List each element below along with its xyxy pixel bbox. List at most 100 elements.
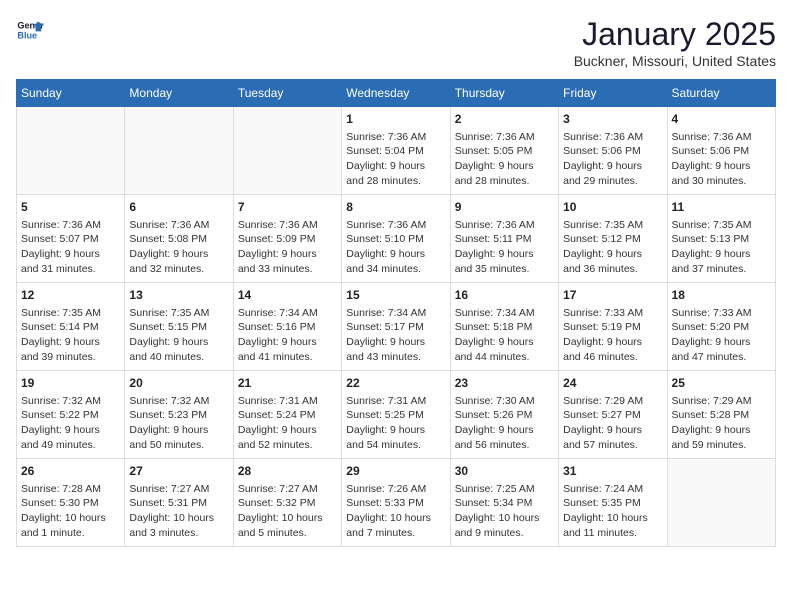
day-number: 30 [455,463,554,480]
calendar-subtitle: Buckner, Missouri, United States [574,53,776,69]
day-number: 12 [21,287,120,304]
day-info: Sunrise: 7:31 AM Sunset: 5:24 PM Dayligh… [238,394,337,453]
calendar-cell: 16 Sunrise: 7:34 AM Sunset: 5:18 PM Dayli… [450,283,558,371]
header-friday: Friday [559,80,667,107]
logo: General Blue [16,16,44,44]
calendar-cell: 31Sunrise: 7:24 AM Sunset: 5:35 PM Dayli… [559,459,667,547]
calendar-cell: 14 Sunrise: 7:34 AM Sunset: 5:16 PM Dayli… [233,283,341,371]
day-number: 22 [346,375,445,392]
calendar-cell [17,107,125,195]
day-number: 21 [238,375,337,392]
calendar-week-5: 26 Sunrise: 7:28 AM Sunset: 5:30 PM Dayli… [17,459,776,547]
calendar-cell: 5 Sunrise: 7:36 AM Sunset: 5:07 PM Daylig… [17,195,125,283]
calendar-cell: 22 Sunrise: 7:31 AM Sunset: 5:25 PM Dayli… [342,371,450,459]
day-info: Sunrise: 7:27 AM Sunset: 5:31 PM Dayligh… [129,482,228,541]
day-info: Sunrise: 7:33 AM Sunset: 5:20 PM Dayligh… [672,306,771,365]
calendar-cell: 10 Sunrise: 7:35 AM Sunset: 5:12 PM Dayli… [559,195,667,283]
calendar-cell: 3 Sunrise: 7:36 AM Sunset: 5:06 PM Daylig… [559,107,667,195]
day-number: 7 [238,199,337,216]
calendar-cell: 27 Sunrise: 7:27 AM Sunset: 5:31 PM Dayli… [125,459,233,547]
day-info: Sunrise: 7:28 AM Sunset: 5:30 PM Dayligh… [21,482,120,541]
day-number: 28 [238,463,337,480]
title-block: January 2025 Buckner, Missouri, United S… [574,16,776,69]
calendar-cell: 15 Sunrise: 7:34 AM Sunset: 5:17 PM Dayli… [342,283,450,371]
calendar-cell: 25 Sunrise: 7:29 AM Sunset: 5:28 PM Dayli… [667,371,775,459]
day-number: 19 [21,375,120,392]
day-info: Sunrise: 7:35 AM Sunset: 5:13 PM Dayligh… [672,218,771,277]
calendar-cell: 1 Sunrise: 7:36 AM Sunset: 5:04 PM Daylig… [342,107,450,195]
calendar-cell: 28 Sunrise: 7:27 AM Sunset: 5:32 PM Dayli… [233,459,341,547]
calendar-cell: 18Sunrise: 7:33 AM Sunset: 5:20 PM Dayli… [667,283,775,371]
calendar-cell: 9Sunrise: 7:36 AM Sunset: 5:11 PM Daylig… [450,195,558,283]
day-info: Sunrise: 7:36 AM Sunset: 5:08 PM Dayligh… [129,218,228,277]
day-number: 6 [129,199,228,216]
header-thursday: Thursday [450,80,558,107]
calendar-cell: 12 Sunrise: 7:35 AM Sunset: 5:14 PM Dayli… [17,283,125,371]
day-number: 23 [455,375,554,392]
day-number: 5 [21,199,120,216]
day-info: Sunrise: 7:35 AM Sunset: 5:12 PM Dayligh… [563,218,662,277]
day-info: Sunrise: 7:35 AM Sunset: 5:15 PM Dayligh… [129,306,228,365]
calendar-cell: 19 Sunrise: 7:32 AM Sunset: 5:22 PM Dayli… [17,371,125,459]
header-tuesday: Tuesday [233,80,341,107]
day-number: 13 [129,287,228,304]
day-info: Sunrise: 7:32 AM Sunset: 5:23 PM Dayligh… [129,394,228,453]
calendar-table: Sunday Monday Tuesday Wednesday Thursday… [16,79,776,547]
day-info: Sunrise: 7:35 AM Sunset: 5:14 PM Dayligh… [21,306,120,365]
svg-text:Blue: Blue [17,30,37,40]
day-number: 26 [21,463,120,480]
calendar-cell: 7 Sunrise: 7:36 AM Sunset: 5:09 PM Daylig… [233,195,341,283]
day-number: 3 [563,111,662,128]
day-info: Sunrise: 7:34 AM Sunset: 5:18 PM Dayligh… [455,306,554,365]
day-info: Sunrise: 7:34 AM Sunset: 5:16 PM Dayligh… [238,306,337,365]
calendar-week-2: 5 Sunrise: 7:36 AM Sunset: 5:07 PM Daylig… [17,195,776,283]
day-info: Sunrise: 7:36 AM Sunset: 5:06 PM Dayligh… [563,130,662,189]
day-number: 10 [563,199,662,216]
calendar-cell: 6 Sunrise: 7:36 AM Sunset: 5:08 PM Daylig… [125,195,233,283]
day-number: 14 [238,287,337,304]
day-number: 25 [672,375,771,392]
day-info: Sunrise: 7:27 AM Sunset: 5:32 PM Dayligh… [238,482,337,541]
day-number: 16 [455,287,554,304]
day-number: 4 [672,111,771,128]
day-info: Sunrise: 7:29 AM Sunset: 5:27 PM Dayligh… [563,394,662,453]
calendar-week-1: 1 Sunrise: 7:36 AM Sunset: 5:04 PM Daylig… [17,107,776,195]
calendar-header-row: Sunday Monday Tuesday Wednesday Thursday… [17,80,776,107]
day-info: Sunrise: 7:36 AM Sunset: 5:09 PM Dayligh… [238,218,337,277]
day-info: Sunrise: 7:24 AM Sunset: 5:35 PM Dayligh… [563,482,662,541]
day-number: 1 [346,111,445,128]
header-wednesday: Wednesday [342,80,450,107]
header-sunday: Sunday [17,80,125,107]
day-number: 15 [346,287,445,304]
calendar-cell: 26 Sunrise: 7:28 AM Sunset: 5:30 PM Dayli… [17,459,125,547]
day-info: Sunrise: 7:33 AM Sunset: 5:19 PM Dayligh… [563,306,662,365]
calendar-cell: 23 Sunrise: 7:30 AM Sunset: 5:26 PM Dayli… [450,371,558,459]
calendar-cell: 8Sunrise: 7:36 AM Sunset: 5:10 PM Daylig… [342,195,450,283]
calendar-cell: 13 Sunrise: 7:35 AM Sunset: 5:15 PM Dayli… [125,283,233,371]
calendar-title: January 2025 [574,16,776,53]
day-number: 2 [455,111,554,128]
day-info: Sunrise: 7:26 AM Sunset: 5:33 PM Dayligh… [346,482,445,541]
day-info: Sunrise: 7:34 AM Sunset: 5:17 PM Dayligh… [346,306,445,365]
day-number: 29 [346,463,445,480]
day-info: Sunrise: 7:32 AM Sunset: 5:22 PM Dayligh… [21,394,120,453]
day-info: Sunrise: 7:36 AM Sunset: 5:07 PM Dayligh… [21,218,120,277]
day-info: Sunrise: 7:36 AM Sunset: 5:06 PM Dayligh… [672,130,771,189]
day-number: 11 [672,199,771,216]
calendar-cell: 24Sunrise: 7:29 AM Sunset: 5:27 PM Dayli… [559,371,667,459]
day-number: 17 [563,287,662,304]
day-info: Sunrise: 7:36 AM Sunset: 5:05 PM Dayligh… [455,130,554,189]
day-info: Sunrise: 7:30 AM Sunset: 5:26 PM Dayligh… [455,394,554,453]
calendar-cell [667,459,775,547]
day-number: 27 [129,463,228,480]
day-info: Sunrise: 7:36 AM Sunset: 5:04 PM Dayligh… [346,130,445,189]
calendar-cell: 11 Sunrise: 7:35 AM Sunset: 5:13 PM Dayli… [667,195,775,283]
calendar-cell: 4 Sunrise: 7:36 AM Sunset: 5:06 PM Daylig… [667,107,775,195]
day-info: Sunrise: 7:31 AM Sunset: 5:25 PM Dayligh… [346,394,445,453]
page-header: General Blue January 2025 Buckner, Misso… [16,16,776,69]
calendar-cell [233,107,341,195]
calendar-cell: 29 Sunrise: 7:26 AM Sunset: 5:33 PM Dayli… [342,459,450,547]
calendar-cell [125,107,233,195]
day-number: 20 [129,375,228,392]
day-info: Sunrise: 7:29 AM Sunset: 5:28 PM Dayligh… [672,394,771,453]
